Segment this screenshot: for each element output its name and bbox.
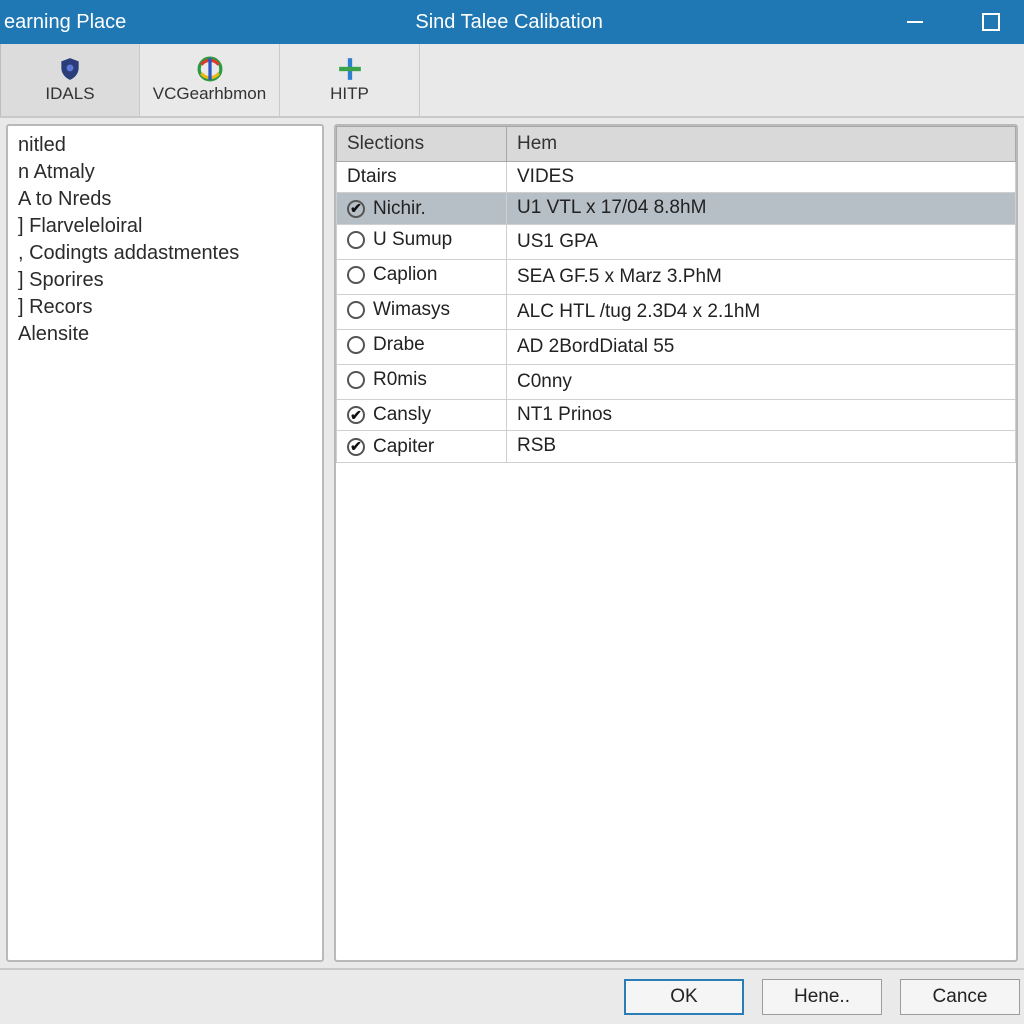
sidebar-item[interactable]: ] Flarveleloiral <box>16 213 314 240</box>
sidebar-item[interactable]: A to Nreds <box>16 186 314 213</box>
tab-http[interactable]: HITP <box>280 44 420 116</box>
cancel-button[interactable]: Cance <box>900 979 1020 1015</box>
content-panel: Slections Hem DtairsVIDES ✔ Nichir. U1 VTL … <box>334 124 1018 962</box>
window-controls <box>892 7 1018 37</box>
shield-icon <box>57 56 83 82</box>
row-selection-cell[interactable]: R0mis <box>337 364 507 399</box>
table-row[interactable]: Wimasys ALC HTL /tug 2.3D4 x 2.1hM <box>337 294 1016 329</box>
table-row[interactable]: DtairsVIDES <box>337 162 1016 193</box>
sidebar-item[interactable]: Alensite <box>16 321 314 348</box>
sidebar-item[interactable]: , Codingts addastmentes <box>16 240 314 267</box>
tab-label: HITP <box>330 84 369 104</box>
row-label: Caplion <box>373 264 437 286</box>
table-row[interactable]: Caplion SEA GF.5 x Marz 3.PhM <box>337 259 1016 294</box>
radio-icon[interactable] <box>347 336 365 354</box>
row-value-cell: AD 2BordDiatal 55 <box>507 329 1016 364</box>
row-selection-cell[interactable]: ✔ Capiter <box>337 431 507 463</box>
radio-icon[interactable] <box>347 266 365 284</box>
app-name: earning Place <box>0 11 126 34</box>
table-row[interactable]: ✔ Cansly NT1 Prinos <box>337 399 1016 431</box>
help-button[interactable]: Hene.. <box>762 979 882 1015</box>
row-label: U Sumup <box>373 229 452 251</box>
tab-idals[interactable]: IDALS <box>0 44 140 116</box>
col-header-hem[interactable]: Hem <box>507 127 1016 162</box>
table-row[interactable]: R0mis C0nny <box>337 364 1016 399</box>
row-value-cell: C0nny <box>507 364 1016 399</box>
table-row[interactable]: U Sumup US1 GPA <box>337 224 1016 259</box>
row-label: Cansly <box>373 404 431 426</box>
row-label: Wimasys <box>373 299 450 321</box>
table-row[interactable]: ✔ Capiter RSB <box>337 431 1016 463</box>
row-value-cell: U1 VTL x 17/04 8.8hM <box>507 193 1016 225</box>
row-label: Nichir. <box>373 198 426 220</box>
row-selection-cell[interactable]: Drabe <box>337 329 507 364</box>
row-value-cell: US1 GPA <box>507 224 1016 259</box>
dialog-footer: OK Hene.. Cance <box>0 968 1024 1024</box>
radio-icon[interactable] <box>347 301 365 319</box>
tab-label: IDALS <box>45 84 94 104</box>
sidebar-item[interactable]: ] Recors <box>16 294 314 321</box>
row-value-cell: RSB <box>507 431 1016 463</box>
window-title: Sind Talee Calibation <box>126 11 892 34</box>
selection-table: Slections Hem DtairsVIDES ✔ Nichir. U1 VTL … <box>336 126 1016 463</box>
sidebar: nitledn AtmalyA to Nreds] Flarveleloiral… <box>6 124 324 962</box>
row-label: Drabe <box>373 334 425 356</box>
minimize-button[interactable] <box>892 7 938 37</box>
main-area: nitledn AtmalyA to Nreds] Flarveleloiral… <box>0 118 1024 968</box>
globe-icon <box>197 56 223 82</box>
row-label: R0mis <box>373 369 427 391</box>
row-selection-cell[interactable]: ✔ Cansly <box>337 399 507 431</box>
tab-vcgearhbmon[interactable]: VCGearhbmon <box>140 44 280 116</box>
row-selection-cell[interactable]: Dtairs <box>337 162 507 193</box>
table-row[interactable]: ✔ Nichir. U1 VTL x 17/04 8.8hM <box>337 193 1016 225</box>
plus-icon <box>337 56 363 82</box>
check-icon[interactable]: ✔ <box>347 200 365 218</box>
check-icon[interactable]: ✔ <box>347 406 365 424</box>
radio-icon[interactable] <box>347 371 365 389</box>
title-bar: earning Place Sind Talee Calibation <box>0 0 1024 44</box>
row-value-cell: SEA GF.5 x Marz 3.PhM <box>507 259 1016 294</box>
row-value-cell: NT1 Prinos <box>507 399 1016 431</box>
col-header-selections[interactable]: Slections <box>337 127 507 162</box>
radio-icon[interactable] <box>347 231 365 249</box>
row-selection-cell[interactable]: U Sumup <box>337 224 507 259</box>
row-label: Capiter <box>373 436 434 458</box>
sidebar-item[interactable]: nitled <box>16 132 314 159</box>
table-row[interactable]: Drabe AD 2BordDiatal 55 <box>337 329 1016 364</box>
sidebar-item[interactable]: ] Sporires <box>16 267 314 294</box>
maximize-button[interactable] <box>968 7 1014 37</box>
row-value-cell: ALC HTL /tug 2.3D4 x 2.1hM <box>507 294 1016 329</box>
row-value-cell: VIDES <box>507 162 1016 193</box>
row-selection-cell[interactable]: Wimasys <box>337 294 507 329</box>
row-selection-cell[interactable]: ✔ Nichir. <box>337 193 507 225</box>
sidebar-item[interactable]: n Atmaly <box>16 159 314 186</box>
ok-button[interactable]: OK <box>624 979 744 1015</box>
toolbar: IDALS VCGearhbmon HITP <box>0 44 1024 118</box>
tab-label: VCGearhbmon <box>153 84 266 104</box>
check-icon[interactable]: ✔ <box>347 438 365 456</box>
row-selection-cell[interactable]: Caplion <box>337 259 507 294</box>
